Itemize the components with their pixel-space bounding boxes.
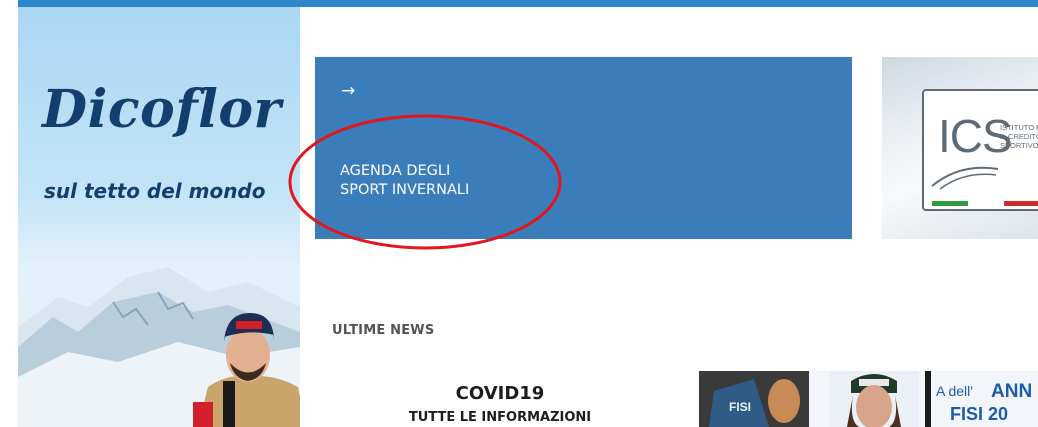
- ics-logo-box: ICS ISTITUTO PER IL CREDITO SPORTIVO: [922, 89, 1038, 211]
- ad-title: Dicoflor: [42, 79, 282, 140]
- ics-swoosh-icon: [931, 166, 999, 190]
- photo-divider: [925, 371, 931, 427]
- fisi-press-photo: FISI: [699, 371, 809, 427]
- annuario-year: FISI 20: [950, 404, 1009, 424]
- dicoflor-advertisement[interactable]: Dicoflor sul tetto del mondo: [18, 7, 300, 427]
- arrow-right-icon: →: [341, 81, 356, 101]
- fisi-jersey-text: FISI: [729, 400, 751, 414]
- covid-card-title[interactable]: COVID19: [400, 383, 600, 404]
- annuario-title: ANN: [991, 381, 1033, 402]
- agenda-card-label: AGENDA DEGLI SPORT INVERNALI: [340, 162, 580, 200]
- agenda-sport-invernali-card[interactable]: → AGENDA DEGLI SPORT INVERNALI: [315, 57, 852, 239]
- ics-description: ISTITUTO PER IL CREDITO SPORTIVO: [1000, 123, 1038, 150]
- covid-card-subtitle[interactable]: TUTTE LE INFORMAZIONI: [380, 410, 620, 425]
- skier-portrait: [829, 371, 919, 427]
- ics-sponsor-card[interactable]: ICS ISTITUTO PER IL CREDITO SPORTIVO: [882, 57, 1038, 239]
- ics-desc-line2: IL CREDITO: [1000, 132, 1038, 141]
- ics-desc-line1: ISTITUTO PER: [1000, 123, 1038, 132]
- ics-red-stripe: [1004, 201, 1038, 206]
- ics-green-stripe: [932, 201, 968, 206]
- agenda-label-line1: AGENDA DEGLI: [340, 163, 451, 179]
- agenda-label-line2: SPORT INVERNALI: [340, 182, 470, 198]
- top-accent-bar: [18, 0, 1038, 7]
- athlete-image: [193, 313, 300, 427]
- ics-desc-line3: SPORTIVO: [1000, 141, 1038, 150]
- news-photo-card[interactable]: FISI A dell' ANN FISI 20: [699, 371, 1038, 427]
- annuario-prefix: A dell': [936, 383, 973, 399]
- ad-subtitle: sul tetto del mondo: [44, 179, 266, 203]
- news-section-title: ULTIME NEWS: [332, 323, 435, 338]
